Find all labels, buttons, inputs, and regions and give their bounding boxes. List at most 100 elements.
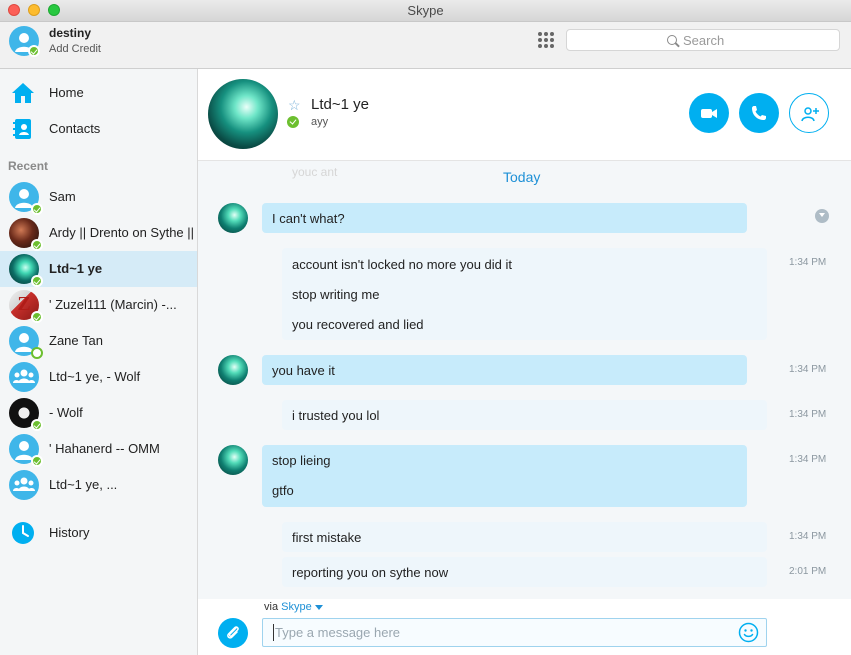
status-online-icon	[287, 116, 299, 128]
sidebar-item-label: Contacts	[49, 121, 101, 136]
sidebar-item-history[interactable]: History	[0, 515, 198, 549]
message-text: stop writing me	[292, 287, 380, 302]
contact-name: ' Zuzel111 (Marcin) -...	[49, 297, 177, 312]
add-person-icon	[801, 107, 819, 122]
conversation-pane: ☆ Ltd~1 ye ayy youc ant Today I can't wh…	[198, 69, 851, 655]
contact-item-ardy[interactable]: Ardy || Drento on Sythe ||	[0, 215, 197, 251]
status-away-icon	[31, 347, 43, 359]
contact-item-group-wolf[interactable]: Ltd~1 ye, - Wolf	[0, 359, 197, 395]
contact-avatar: Z	[9, 290, 43, 323]
group-icon	[13, 369, 35, 383]
message-input[interactable]: Type a message here	[262, 618, 767, 647]
message-bubble[interactable]: you have it	[262, 355, 747, 385]
contact-avatar	[9, 398, 43, 431]
status-online-icon	[31, 203, 43, 215]
message-bubble[interactable]: reporting you on sythe now	[282, 557, 767, 587]
message-timestamp: 1:34 PM	[789, 364, 827, 375]
faded-previous-message: youc ant	[292, 165, 338, 179]
via-prefix: via	[264, 601, 279, 613]
add-participant-button[interactable]	[789, 93, 829, 133]
search-input[interactable]: Search	[566, 29, 840, 51]
contact-name: Zane Tan	[49, 333, 103, 348]
status-online-icon	[31, 311, 43, 323]
message-text: account isn't locked no more you did it	[292, 257, 512, 272]
profile-header: destiny Add Credit Search	[0, 22, 851, 69]
message-bubble[interactable]: I can't what?	[262, 203, 747, 233]
message-history[interactable]: youc ant Today I can't what? account isn…	[198, 161, 851, 599]
add-credit-link[interactable]: Add Credit	[49, 43, 101, 55]
audio-call-button[interactable]	[739, 93, 779, 133]
paperclip-icon	[227, 626, 239, 639]
attach-file-button[interactable]	[218, 618, 248, 648]
contact-name: ' Hahanerd -- OMM	[49, 441, 160, 456]
status-online-icon	[31, 239, 43, 251]
contact-item-ltd[interactable]: Ltd~1 ye	[0, 251, 197, 287]
clock-icon	[12, 522, 34, 544]
message-text: gtfo	[272, 483, 294, 498]
dialpad-icon[interactable]	[538, 32, 554, 48]
sidebar: Home Contacts Recent Sam Ardy || Drento …	[0, 69, 198, 655]
message-text: first mistake	[292, 530, 362, 545]
message-options-chevron-icon[interactable]	[815, 209, 829, 223]
sidebar-item-home[interactable]: Home	[0, 75, 198, 109]
sidebar-item-label: History	[49, 525, 90, 540]
my-status-online-icon	[28, 45, 40, 57]
phone-icon	[752, 106, 766, 120]
emoticon-icon[interactable]	[738, 622, 759, 643]
contact-item-sam[interactable]: Sam	[0, 179, 197, 215]
message-text: you recovered and lied	[292, 317, 424, 332]
message-sender-avatar[interactable]	[218, 355, 248, 385]
via-service-name: Skype	[281, 601, 312, 613]
sidebar-item-label: Home	[49, 85, 84, 100]
contacts-book-icon	[13, 119, 31, 139]
contact-avatar	[9, 434, 43, 467]
group-icon	[13, 477, 35, 491]
message-bubble[interactable]: account isn't locked no more you did it …	[282, 248, 767, 340]
message-text: stop lieing	[272, 453, 331, 468]
status-online-icon	[31, 275, 43, 287]
contact-avatar	[9, 218, 43, 251]
contact-name: Sam	[49, 189, 76, 204]
message-bubble[interactable]: stop lieing gtfo	[262, 445, 747, 507]
text-caret	[273, 624, 274, 641]
message-timestamp: 2:01 PM	[789, 566, 827, 577]
status-online-icon	[31, 455, 43, 467]
message-text: i trusted you lol	[292, 408, 380, 423]
contact-avatar	[9, 362, 39, 392]
contact-name: Ltd~1 ye, ...	[49, 477, 118, 492]
search-icon	[667, 35, 677, 45]
window-titlebar: Skype	[0, 0, 851, 22]
favorite-star-icon[interactable]: ☆	[288, 97, 301, 114]
status-online-icon	[31, 419, 43, 431]
conversation-header: ☆ Ltd~1 ye ayy	[198, 69, 851, 161]
message-text: you have it	[272, 363, 335, 378]
contact-avatar	[9, 182, 43, 215]
contact-item-zuzel[interactable]: Z ' Zuzel111 (Marcin) -...	[0, 287, 197, 323]
sidebar-item-contacts[interactable]: Contacts	[0, 111, 198, 145]
message-bubble[interactable]: first mistake	[282, 522, 767, 552]
contact-name: Ltd~1 ye	[49, 261, 103, 276]
window-title: Skype	[407, 3, 444, 18]
conversation-avatar[interactable]	[208, 79, 278, 149]
message-timestamp: 1:34 PM	[789, 409, 827, 420]
conversation-title[interactable]: Ltd~1 ye	[311, 96, 369, 113]
message-input-placeholder: Type a message here	[275, 625, 401, 640]
video-call-button[interactable]	[689, 93, 729, 133]
my-display-name[interactable]: destiny	[49, 26, 91, 40]
send-via-selector[interactable]: via Skype	[264, 601, 323, 613]
message-bubble[interactable]: i trusted you lol	[282, 400, 767, 430]
video-camera-icon	[701, 109, 717, 118]
date-divider: Today	[503, 169, 541, 185]
contact-item-wolf[interactable]: - Wolf	[0, 395, 197, 431]
contact-item-hahanerd[interactable]: ' Hahanerd -- OMM	[0, 431, 197, 467]
message-composer: via Skype Type a message here	[198, 599, 851, 655]
message-timestamp: 1:34 PM	[789, 257, 827, 268]
message-text: reporting you on sythe now	[292, 565, 449, 580]
contact-name: Ltd~1 ye, - Wolf	[49, 369, 141, 384]
contact-name: - Wolf	[49, 405, 83, 420]
message-sender-avatar[interactable]	[218, 203, 248, 233]
contact-item-zane[interactable]: Zane Tan	[0, 323, 197, 359]
contact-avatar	[9, 470, 39, 500]
message-sender-avatar[interactable]	[218, 445, 248, 475]
contact-item-group-ltd[interactable]: Ltd~1 ye, ...	[0, 467, 197, 503]
